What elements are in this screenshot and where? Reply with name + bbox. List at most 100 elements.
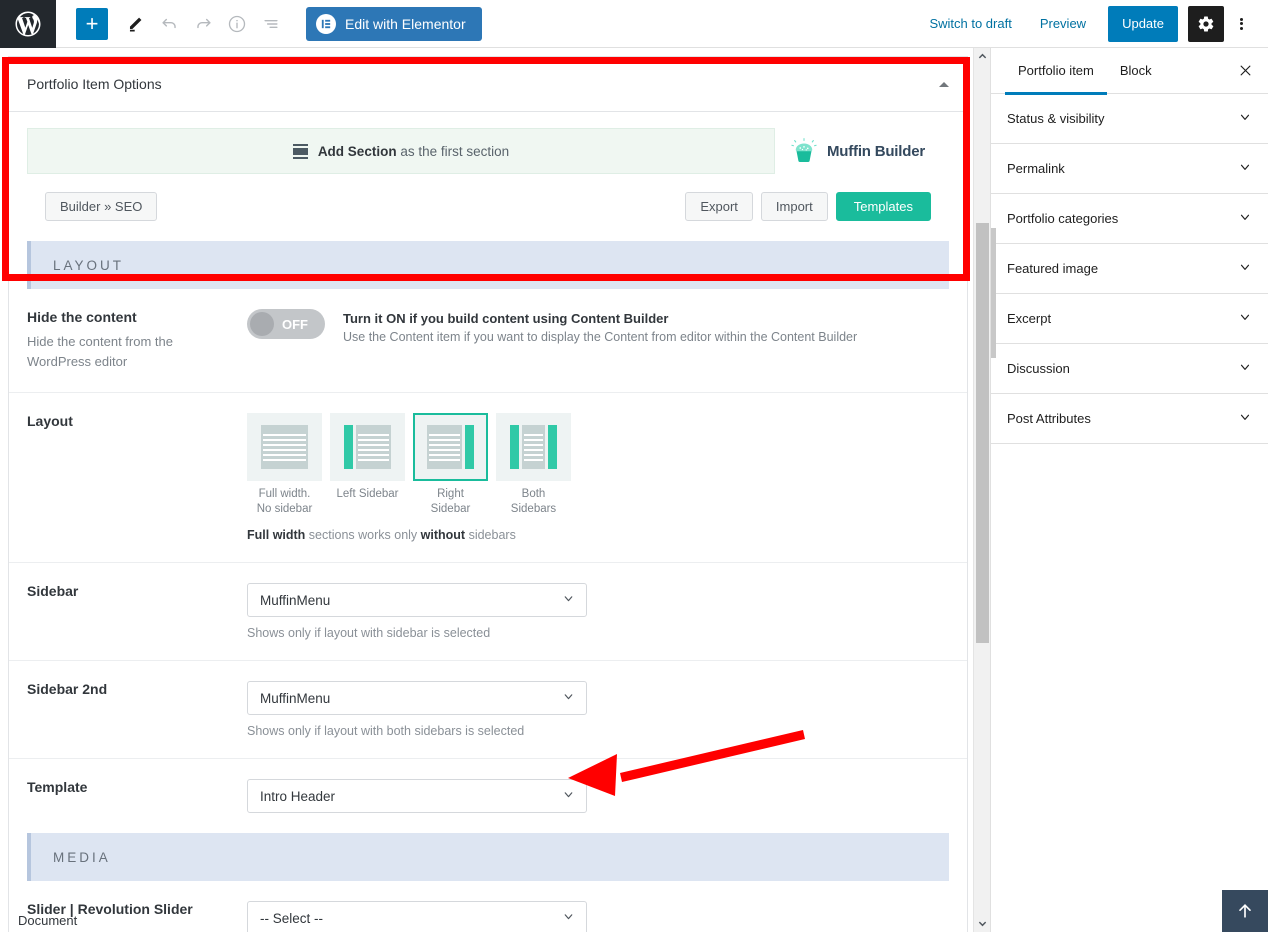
sidebar-select[interactable]: MuffinMenu (247, 583, 587, 618)
scroll-down-arrow-icon[interactable] (974, 915, 991, 932)
hide-content-toggle-wrap: OFF Turn it ON if you build content usin… (247, 309, 949, 344)
scroll-to-top-button[interactable] (1222, 890, 1268, 932)
panel-label: Featured image (1007, 261, 1099, 276)
panel-title: Portfolio Item Options (27, 76, 162, 92)
hide-content-toggle[interactable]: OFF (247, 309, 325, 339)
portfolio-item-options-panel: Portfolio Item Options Add Section as th… (8, 56, 968, 932)
template-select-value: Intro Header (260, 788, 336, 804)
scroll-up-arrow-icon[interactable] (974, 48, 991, 65)
add-section-button[interactable]: Add Section as the first section (27, 128, 775, 174)
templates-button[interactable]: Templates (835, 192, 931, 221)
template-label-group: Template (27, 779, 247, 813)
panel-label: Permalink (1007, 161, 1065, 176)
layout-option-both-sidebars[interactable]: Both Sidebars (496, 413, 571, 516)
sidebar-panel-status-visibility[interactable]: Status & visibility (991, 94, 1268, 144)
close-sidebar-icon[interactable] (1226, 48, 1264, 94)
list-view-icon[interactable] (254, 7, 288, 41)
sidebar-panel-discussion[interactable]: Discussion (991, 344, 1268, 394)
switch-to-draft-button[interactable]: Switch to draft (915, 16, 1025, 31)
wordpress-logo[interactable] (0, 0, 56, 48)
media-section-header: MEDIA (27, 833, 949, 882)
sidebar-panel-post-attributes[interactable]: Post Attributes (991, 394, 1268, 444)
sidebar2-select[interactable]: MuffinMenu (247, 681, 587, 716)
layout-label: Layout (27, 413, 73, 430)
sidebar2-field: MuffinMenu Shows only if layout with bot… (247, 681, 949, 738)
slider-row: Slider | Revolution Slider -- Select -- (9, 881, 967, 932)
panel-label: Discussion (1007, 361, 1070, 376)
sidebar2-row: Sidebar 2nd MuffinMenu Shows only if lay… (9, 661, 967, 760)
sidebar-tabs: Portfolio item Block (991, 48, 1268, 95)
layout-option-full-width[interactable]: Full width. No sidebar (247, 413, 322, 516)
sidebar-panel-permalink[interactable]: Permalink (991, 144, 1268, 194)
settings-gear-icon[interactable] (1188, 5, 1224, 42)
template-select[interactable]: Intro Header (247, 779, 587, 814)
panel-header[interactable]: Portfolio Item Options (9, 57, 967, 112)
layout-caption-full-width: Full width. No sidebar (256, 488, 313, 515)
tab-portfolio-item[interactable]: Portfolio item (1005, 48, 1107, 95)
layout-thumb-full-width (247, 413, 322, 482)
layout-thumb-both-sidebars (496, 413, 571, 482)
toggle-state-label: OFF (282, 316, 308, 332)
editor-toolbar: + Edit with Elementor Switch to draft Pr… (0, 0, 1268, 48)
slider-select-value: -- Select -- (260, 910, 324, 926)
chevron-down-icon (1238, 210, 1252, 227)
sidebar-select-value: MuffinMenu (260, 592, 331, 608)
undo-icon[interactable] (152, 7, 186, 41)
export-button[interactable]: Export (685, 192, 753, 221)
sidebar-label: Sidebar (27, 583, 79, 600)
template-label: Template (27, 779, 88, 796)
wordpress-logo-icon (15, 11, 41, 36)
layout-options: Full width. No sidebar Left Sidebar Righ… (247, 413, 949, 516)
update-button[interactable]: Update (1108, 5, 1178, 42)
panel-label: Excerpt (1007, 311, 1052, 326)
chevron-down-icon (1238, 110, 1252, 127)
preview-button[interactable]: Preview (1026, 16, 1100, 31)
more-options-icon[interactable] (1226, 6, 1256, 42)
sidebar-panel-portfolio-categories[interactable]: Portfolio categories (991, 194, 1268, 244)
edit-pencil-icon[interactable] (118, 7, 152, 41)
editor-scrollbar[interactable] (973, 48, 990, 932)
chevron-down-icon (1238, 160, 1252, 177)
layout-caption-right-sidebar: Right Sidebar (430, 488, 471, 515)
add-section-strong: Add Section (317, 143, 397, 159)
builder-top-row: Add Section as the first section Muffin … (27, 128, 949, 174)
redo-icon[interactable] (186, 7, 220, 41)
document-hint: Document (18, 913, 78, 928)
sidebar-panel-featured-image[interactable]: Featured image (991, 244, 1268, 294)
collapse-chevron-up-icon[interactable] (939, 81, 949, 87)
panel-label: Portfolio categories (1007, 211, 1119, 226)
import-button[interactable]: Import (760, 192, 828, 221)
scrollbar-thumb[interactable] (976, 223, 989, 643)
builder-actions-row: Builder » SEO Export Import Templates (27, 174, 949, 241)
panel-label: Status & visibility (1007, 111, 1105, 126)
muffin-builder-label: Muffin Builder (826, 142, 925, 160)
hide-content-description: Hide the content from the WordPress edit… (27, 334, 173, 370)
edit-with-elementor-button[interactable]: Edit with Elementor (306, 6, 482, 41)
hide-content-hint-strong: Turn it ON if you build content using Co… (343, 311, 669, 326)
add-block-button[interactable]: + (76, 7, 108, 40)
layout-section-header: LAYOUT (27, 241, 949, 289)
layout-row: Layout Full width. No sidebar Left Sideb… (9, 393, 967, 564)
muffin-builder-brand: Muffin Builder (789, 136, 949, 166)
layout-caption-left-sidebar: Left Sidebar (336, 488, 399, 501)
toggle-knob (250, 312, 274, 336)
hide-content-row: Hide the content Hide the content from t… (9, 289, 967, 394)
layout-option-left-sidebar[interactable]: Left Sidebar (330, 413, 405, 516)
info-icon[interactable] (220, 7, 254, 41)
add-section-rest: as the first section (396, 143, 510, 159)
sidebar-panel-excerpt[interactable]: Excerpt (991, 294, 1268, 344)
sidebar2-note: Shows only if layout with both sidebars … (247, 724, 525, 739)
sidebar2-select-value: MuffinMenu (260, 690, 331, 706)
slider-select[interactable]: -- Select -- (247, 901, 587, 932)
chevron-down-icon (562, 690, 575, 706)
template-field: Intro Header (247, 779, 949, 814)
sidebar-scrollbar-thumb[interactable] (991, 228, 996, 358)
editor-content-area: Portfolio Item Options Add Section as th… (0, 48, 992, 932)
sidebar-label-group: Sidebar (27, 583, 247, 640)
layout-option-right-sidebar[interactable]: Right Sidebar (413, 413, 488, 516)
add-section-icon (292, 143, 308, 159)
builder-seo-button[interactable]: Builder » SEO (45, 192, 158, 221)
tab-block[interactable]: Block (1107, 48, 1165, 94)
layout-label-group: Layout (27, 413, 247, 542)
toolbar-right-group: Switch to draft Preview Update (915, 5, 1268, 42)
